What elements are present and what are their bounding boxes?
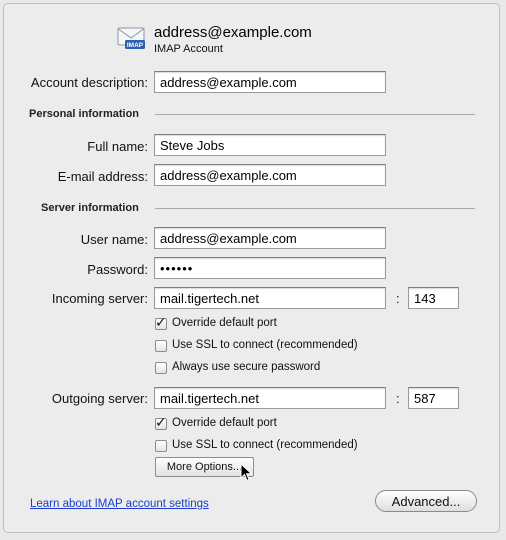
incoming-use-ssl-label: Use SSL to connect (recommended) [172, 339, 358, 351]
outgoing-server-field[interactable]: mail.tigertech.net [154, 387, 386, 409]
incoming-port-field[interactable]: 143 [408, 287, 459, 309]
personal-information-heading: Personal information [29, 108, 140, 120]
advanced-button[interactable]: Advanced... [375, 490, 477, 512]
checkmark-icon: ✓ [155, 414, 167, 430]
account-description-label: Account description: [30, 75, 148, 90]
server-information-heading: Server information [41, 202, 139, 214]
port-separator: : [396, 291, 400, 306]
incoming-server-label: Incoming server: [51, 291, 148, 306]
port-separator: : [396, 391, 400, 406]
account-description-field[interactable]: address@example.com [154, 71, 386, 93]
incoming-server-field[interactable]: mail.tigertech.net [154, 287, 386, 309]
user-name-field[interactable]: address@example.com [154, 227, 386, 249]
outgoing-use-ssl-checkbox[interactable] [155, 440, 167, 452]
account-type-label: IMAP Account [154, 43, 223, 55]
imap-mail-envelope-icon: IMAP [117, 27, 145, 49]
account-title: address@example.com [154, 24, 312, 41]
mouse-pointer-icon [240, 463, 253, 482]
password-field[interactable]: •••••• [154, 257, 386, 279]
outgoing-override-port-label: Override default port [172, 417, 277, 429]
checkmark-icon: ✓ [155, 314, 167, 330]
svg-text:IMAP: IMAP [127, 42, 144, 49]
incoming-override-port-checkbox[interactable]: ✓ [155, 314, 167, 330]
outgoing-port-field[interactable]: 587 [408, 387, 459, 409]
full-name-label: Full name: [87, 139, 148, 154]
email-address-label: E-mail address: [57, 169, 148, 184]
secure-password-label: Always use secure password [172, 361, 321, 373]
password-label: Password: [87, 262, 148, 277]
outgoing-server-label: Outgoing server: [51, 391, 148, 406]
email-address-field[interactable]: address@example.com [154, 164, 386, 186]
incoming-use-ssl-checkbox[interactable] [155, 340, 167, 352]
learn-imap-settings-link[interactable]: Learn about IMAP account settings [30, 498, 209, 510]
incoming-override-port-label: Override default port [172, 317, 277, 329]
outgoing-override-port-checkbox[interactable]: ✓ [155, 414, 167, 430]
outgoing-use-ssl-label: Use SSL to connect (recommended) [172, 439, 358, 451]
full-name-field[interactable]: Steve Jobs [154, 134, 386, 156]
user-name-label: User name: [80, 232, 148, 247]
section-divider [155, 114, 475, 115]
section-divider [155, 208, 475, 209]
secure-password-checkbox[interactable] [155, 362, 167, 374]
